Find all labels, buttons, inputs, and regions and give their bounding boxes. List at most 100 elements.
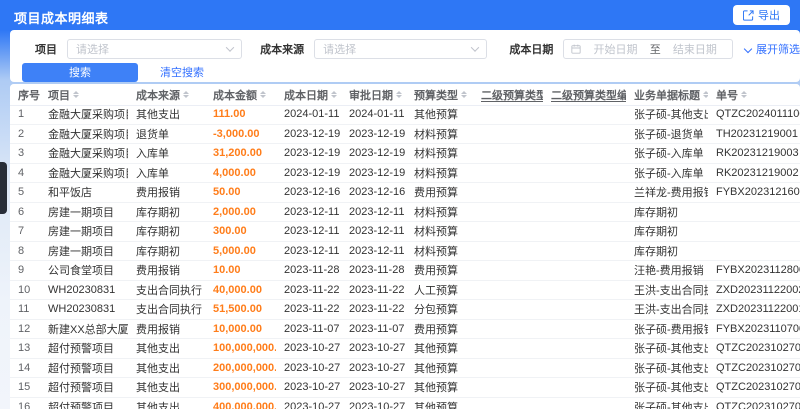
table-cell: QTZC20231027002: [716, 361, 800, 374]
table-cell: 4,000.00: [213, 166, 256, 179]
column-header-5[interactable]: 审批日期: [341, 84, 406, 105]
column-header-8[interactable]: 二级预算类型编码: [543, 84, 626, 105]
table-cell: 2023-12-11: [284, 225, 340, 238]
table-cell: 2023-10-27: [284, 381, 341, 394]
table-cell: 费用报销: [136, 187, 180, 200]
search-button[interactable]: 搜索: [22, 62, 138, 82]
table-cell: 库存期初: [136, 226, 180, 239]
table-cell: 11: [18, 303, 30, 316]
table-cell: 张子硕-退货单: [634, 128, 704, 141]
table-cell: 支出合同执行: [136, 284, 202, 297]
table-cell: 1: [18, 108, 25, 121]
table-cell: WH20230831: [48, 283, 116, 296]
table-row: 8 房建一期项目 库存期初 5,000.00 2023-12-11 2023-12-11 材…: [10, 242, 800, 261]
table-cell: 库存期初: [634, 245, 678, 258]
table-cell: 2024-01-11: [284, 108, 340, 121]
table-cell: 张子硕-其他支出: [634, 109, 708, 122]
export-label: 导出: [758, 10, 780, 22]
table-cell: 张子硕-入库单: [634, 148, 704, 161]
column-header-10[interactable]: 单号: [708, 84, 800, 105]
sort-icon[interactable]: [331, 91, 337, 98]
table-cell: 库存期初: [634, 226, 678, 239]
table-cell: 2023-12-11: [284, 244, 340, 257]
sort-icon[interactable]: [73, 91, 79, 98]
table-row: 3 金融大厦采购项目 入库单 31,200.00 2023-12-19 2023-12-1…: [10, 144, 800, 164]
expand-filters-link[interactable]: 展开筛选: [743, 41, 800, 57]
table-row: 13 超付预警项目 其他支出 100,000,000.00 2023-10-27 2023…: [10, 339, 800, 359]
table-cell: 8: [18, 244, 25, 257]
table-cell: WH20230831: [48, 303, 116, 316]
table-cell: 金融大厦采购项目: [48, 109, 128, 122]
table-cell: 入库单: [136, 148, 169, 161]
table-row: 11 WH20230831 支出合同执行 51,500.00 2023-11-22 202…: [10, 300, 800, 320]
table-cell: 50.00: [213, 186, 241, 199]
sort-icon[interactable]: [461, 91, 467, 98]
table-cell: 2023-12-11: [349, 225, 405, 238]
table-cell: 材料预算: [414, 226, 458, 239]
sort-icon[interactable]: [396, 91, 402, 98]
table-row: 9 公司食堂项目 费用报销 10.00 2023-11-28 2023-11-28 费用预算…: [10, 261, 800, 281]
column-header-2[interactable]: 成本来源: [128, 84, 205, 105]
column-header-9[interactable]: 业务单据标题: [626, 84, 708, 105]
table-cell: 超付预警项目: [48, 382, 114, 395]
sort-icon[interactable]: [183, 91, 189, 98]
table-cell: 人工预算: [414, 284, 458, 297]
table-row: 4 金融大厦采购项目 入库单 4,000.00 2023-12-19 2023-12-19…: [10, 164, 800, 183]
table-cell: 其他预算: [414, 362, 458, 375]
sort-icon[interactable]: [741, 91, 747, 98]
start-date-input[interactable]: 开始日期: [585, 41, 645, 57]
project-select[interactable]: 请选择: [67, 39, 243, 59]
table-row: 12 新建XX总部大厦工程二期费用报销 10,000.00 2023-11-07 202…: [10, 320, 800, 339]
table-cell: 和平饭店: [48, 187, 92, 200]
table-row: 15 超付预警项目 其他支出 300,000,000.00 2023-10-27 2023…: [10, 378, 800, 398]
table-cell: 2023-10-27: [284, 342, 341, 355]
chevron-down-icon: [225, 43, 235, 52]
table-cell: 2023-11-28: [349, 264, 405, 277]
table-cell: 2023-12-11: [349, 205, 405, 218]
clear-search-link[interactable]: 清空搜索: [160, 64, 204, 80]
table-cell: 2023-11-22: [349, 303, 405, 316]
table-cell: 2023-10-27: [284, 361, 341, 374]
table-cell: 31,200.00: [213, 147, 262, 160]
filter-panel: 项目 请选择 成本来源 请选择 成本日期 开始日期 至 结束日期 展开筛选 搜索…: [10, 30, 800, 82]
table-cell: 张子硕-其他支出: [634, 382, 708, 395]
table-cell: 其他预算: [414, 382, 458, 395]
column-header-3[interactable]: 成本金额: [205, 84, 276, 105]
table-cell: 费用报销: [136, 265, 180, 278]
table-cell: QTZC20231027002: [716, 342, 800, 355]
table-row: 2 金融大厦采购项目 退货单 -3,000.00 2023-12-19 2023-12-1…: [10, 125, 800, 144]
table-cell: 其他预算: [414, 401, 458, 409]
table-cell: 15: [18, 381, 31, 394]
table-cell: 分包预算: [414, 304, 458, 317]
table-cell: 其他支出: [136, 401, 180, 409]
table-cell: 2023-10-27: [349, 361, 406, 374]
table-cell: RK20231219002: [716, 166, 799, 179]
chevron-down-icon: [743, 44, 753, 54]
cost-source-select[interactable]: 请选择: [314, 39, 488, 59]
export-button[interactable]: 导出: [733, 5, 790, 25]
cost-date-range-picker[interactable]: 开始日期 至 结束日期: [563, 39, 733, 59]
table-cell: 10.00: [213, 264, 241, 277]
column-header-7[interactable]: 二级预算类型: [473, 84, 543, 105]
table-cell: 其他支出: [136, 362, 180, 375]
table-cell: TH20231219001: [716, 127, 798, 140]
table-cell: 2023-11-07: [284, 322, 340, 335]
table-cell: 材料预算: [414, 206, 458, 219]
end-date-input[interactable]: 结束日期: [665, 41, 725, 57]
table-cell: 5: [18, 186, 25, 199]
table-row: 10 WH20230831 支出合同执行 40,000.00 2023-11-22 202…: [10, 281, 800, 300]
column-header-6[interactable]: 预算类型: [406, 84, 473, 105]
table-cell: 2023-10-27: [349, 381, 406, 394]
table-cell: 王洪-支出合同执行: [634, 284, 708, 297]
table-cell: 房建一期项目: [48, 245, 114, 258]
column-header-4[interactable]: 成本日期: [276, 84, 341, 105]
sort-icon[interactable]: [260, 91, 266, 98]
collapsed-drawer-handle[interactable]: [0, 162, 7, 214]
table-cell: 支出合同执行: [136, 304, 202, 317]
table-cell: 300.00: [213, 225, 247, 238]
column-header-1[interactable]: 项目: [40, 84, 128, 105]
table-cell: 2023-12-19: [284, 127, 341, 140]
table-cell: 费用报销: [136, 323, 180, 336]
table-cell: 13: [18, 342, 31, 355]
table-cell: 其他预算: [414, 343, 458, 356]
